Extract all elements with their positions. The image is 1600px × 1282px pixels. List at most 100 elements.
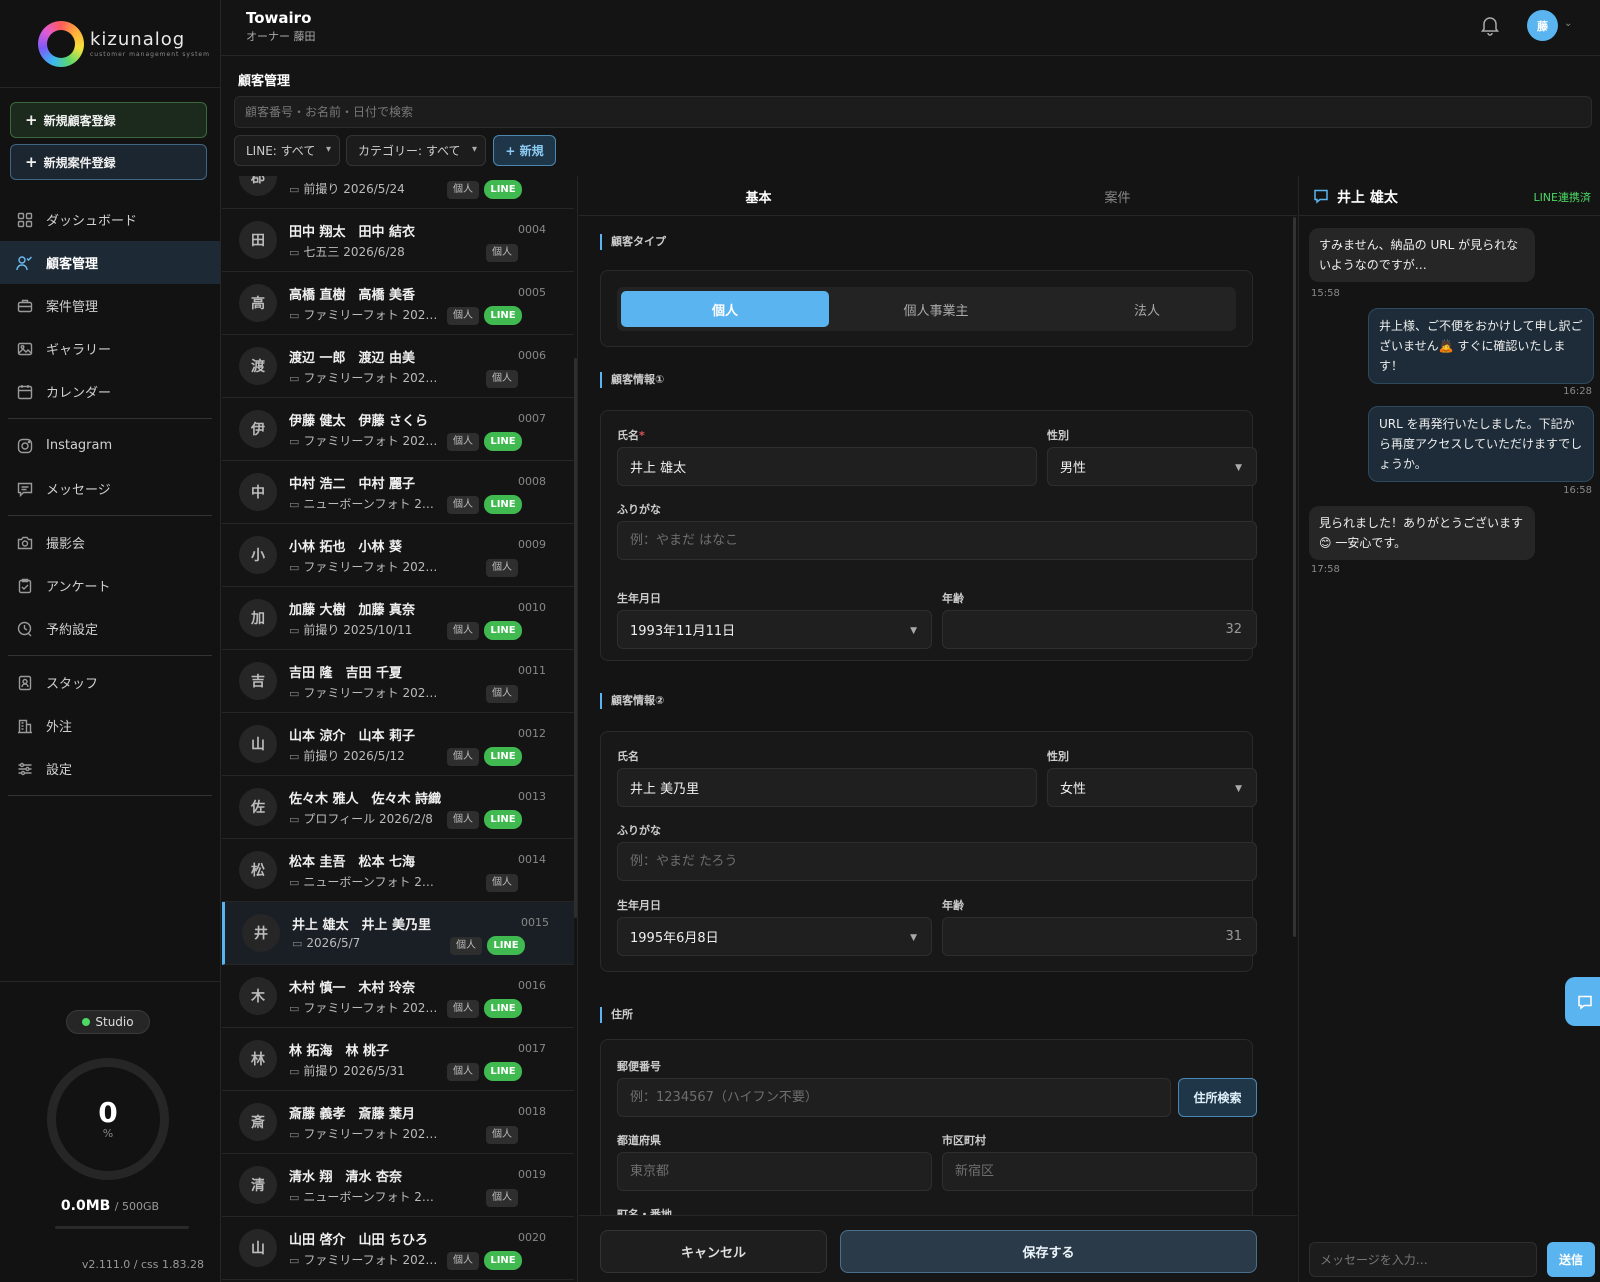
sidebar-item-booking-settings[interactable]: 予約設定 <box>0 607 220 650</box>
customer-row[interactable]: 山山本 涼介 山本 莉子 0012 ▭ 前撮り 2026/5/12 個人 LINE <box>222 713 574 776</box>
sidebar-item-label: スタッフ <box>46 677 99 692</box>
name-field[interactable] <box>617 768 1037 807</box>
customer-row[interactable]: 渡渡辺 一郎 渡辺 由美 0006 ▭ファミリーフォト 2025/8/22 個人 <box>222 335 574 398</box>
usage-percent-unit: % <box>102 1126 114 1140</box>
sidebar-item-calendar[interactable]: カレンダー <box>0 370 220 413</box>
chat-contact-name: 井上 雄太 <box>1337 190 1398 206</box>
storage-usage-bar <box>55 1226 189 1229</box>
send-button[interactable]: 送信 <box>1547 1242 1595 1277</box>
customer-row[interactable]: 高高橋 直樹 高橋 美香 0005 ▭ ファミリーフォト 2026/… 個人 LINE <box>222 272 574 335</box>
new-client-button[interactable]: + 新規顧客登録 <box>10 102 207 138</box>
customer-row[interactable]: 佐佐々木 雅人 佐々木 詩織 0013 ▭ プロフィール 2026/2/8 個人 LINE <box>222 776 574 839</box>
bell-icon[interactable] <box>1479 14 1501 36</box>
chevron-down-icon[interactable]: ⌄ <box>1564 18 1572 29</box>
customer-row[interactable]: 中中村 浩二 中村 麗子 0008 ▭ニューボーンフォト 2026/… 個人 LINE <box>222 461 574 524</box>
calendar-icon: ▭ <box>289 624 300 637</box>
save-button[interactable]: 保存する <box>840 1230 1257 1273</box>
customer-name: 木村 慎一 木村 玲奈 <box>289 981 416 996</box>
postal-code-field[interactable] <box>617 1078 1171 1117</box>
sidebar-item-customers[interactable]: 顧客管理 <box>0 241 220 284</box>
customer-event-text: ニューボーンフォト 2026/… <box>303 497 441 511</box>
prefecture-field[interactable] <box>617 1152 932 1191</box>
calendar-icon <box>16 383 34 401</box>
birthday-field[interactable]: 1995年6月8日 ▼ <box>617 917 932 956</box>
sidebar-item-dashboard[interactable]: ダッシュボード <box>0 198 220 241</box>
customer-row[interactable]: 林林 拓海 林 桃子 0017 ▭ 前撮り 2026/5/31 個人 LINE <box>222 1028 574 1091</box>
line-tag: LINE <box>484 999 522 1018</box>
sidebar-item-photo-sessions[interactable]: 撮影会 <box>0 521 220 564</box>
calendar-icon: ▭ <box>289 1254 300 1267</box>
cancel-button[interactable]: キャンセル <box>600 1230 827 1273</box>
gender-select[interactable]: 女性 ▼ <box>1047 768 1257 807</box>
usage-percent: 0 <box>98 1095 118 1129</box>
clipboard-icon <box>16 577 34 595</box>
sidebar-item-settings[interactable]: 設定 <box>0 747 220 790</box>
customer-name: 清水 翔 清水 杏奈 <box>289 1170 403 1185</box>
category-tag: 個人 <box>486 1126 518 1144</box>
tab-case[interactable]: 案件 <box>938 176 1297 216</box>
customer-event: ▭ファミリーフォト 2025/8/22 <box>289 369 441 386</box>
customer-row[interactable]: 斎斎藤 義孝 斎藤 葉月 0018 ▭ファミリーフォト 2026/3/10 個人 <box>222 1091 574 1154</box>
chat-message-input[interactable] <box>1309 1242 1537 1277</box>
sidebar-item-instagram[interactable]: Instagram <box>0 424 220 467</box>
plus-icon: + <box>25 111 38 129</box>
name-field[interactable] <box>617 447 1037 486</box>
customer-row[interactable]: 木木村 慎一 木村 玲奈 0016 ▭ ファミリーフォト 2026/… 個人 LINE <box>222 965 574 1028</box>
sidebar: kizunalog customer management system + 新… <box>0 0 221 1282</box>
type-option-sole-proprietor[interactable]: 個人事業主 <box>832 291 1040 327</box>
form-scrollbar[interactable] <box>1293 217 1296 937</box>
customer-row[interactable]: 加加藤 大樹 加藤 真奈 0010 ▭ 前撮り 2025/10/11 個人 LINE <box>222 587 574 650</box>
list-scrollbar[interactable] <box>574 358 577 918</box>
sidebar-item-gallery[interactable]: ギャラリー <box>0 327 220 370</box>
customer-row[interactable]: 吉吉田 隆 吉田 千夏 0011 ▭ファミリーフォト 2025/12/10 個人 <box>222 650 574 713</box>
owner-label: オーナー 藤田 <box>246 30 316 43</box>
plan-badge-label: Studio <box>95 1015 134 1029</box>
customer-event-text: ファミリーフォト 2026/3/10 <box>303 1127 441 1141</box>
type-option-individual[interactable]: 個人 <box>621 291 829 327</box>
nav-divider <box>8 418 212 419</box>
sidebar-item-label: ダッシュボード <box>46 214 138 229</box>
birthday-field[interactable]: 1993年11月11日 ▼ <box>617 610 932 649</box>
sidebar-item-label: 撮影会 <box>46 537 86 552</box>
customer-row[interactable]: 田田中 翔太 田中 結衣 0004 ▭ 七五三 2026/6/28 個人 <box>222 209 574 272</box>
clock-icon <box>16 620 34 638</box>
customer-row[interactable]: 山山田 啓介 山田 ちひろ 0020 ▭ ファミリーフォト 2026/… 個人 LINE <box>222 1217 574 1280</box>
floating-chat-button[interactable] <box>1565 977 1600 1026</box>
new-case-button[interactable]: + 新規案件登録 <box>10 144 207 180</box>
customer-name: 山本 涼介 山本 莉子 <box>289 729 416 744</box>
category-filter-select[interactable]: カテゴリー: すべて ▾ <box>346 135 486 166</box>
customer-row[interactable]: 松松本 圭吾 松本 七海 0014 ▭ニューボーンフォト 2025/12/… 個人 <box>222 839 574 902</box>
sidebar-item-staff[interactable]: スタッフ <box>0 661 220 704</box>
customer-row[interactable]: 井井上 雄太 井上 美乃里 0015 ▭ 2026/5/7 個人 LINE <box>222 902 574 965</box>
brand-logo[interactable]: kizunalog customer management system <box>0 0 220 88</box>
customer-row[interactable]: 郡 ▭ 前撮り 2026/5/24 個人 LINE <box>222 176 574 209</box>
form-tabs: 基本 案件 <box>579 176 1297 216</box>
address-search-button[interactable]: 住所検索 <box>1178 1078 1257 1117</box>
line-filter-select[interactable]: LINE: すべて ▾ <box>234 135 340 166</box>
new-button[interactable]: + 新規 <box>493 135 556 166</box>
search-input[interactable] <box>234 96 1592 128</box>
kana-field[interactable] <box>617 521 1257 560</box>
gender-select[interactable]: 男性 ▼ <box>1047 447 1257 486</box>
sidebar-item-cases[interactable]: 案件管理 <box>0 284 220 327</box>
city-field[interactable] <box>942 1152 1257 1191</box>
customer-row[interactable]: 清清水 翔 清水 杏奈 0019 ▭ニューボーンフォト 2026/3/25 個人 <box>222 1154 574 1217</box>
sidebar-item-surveys[interactable]: アンケート <box>0 564 220 607</box>
customer-row[interactable]: 小小林 拓也 小林 葵 0009 ▭ファミリーフォト 2026/4/28 個人 <box>222 524 574 587</box>
calendar-icon: ▭ <box>289 687 300 700</box>
customer-number: 0007 <box>518 412 546 425</box>
message-time: 15:58 <box>1311 288 1340 299</box>
type-option-corporation[interactable]: 法人 <box>1043 291 1251 327</box>
customer-name: 伊藤 健太 伊藤 さくら <box>289 414 429 429</box>
street-label: 町名・番地 <box>617 1208 672 1215</box>
sidebar-item-outsourcing[interactable]: 外注 <box>0 704 220 747</box>
tab-basic[interactable]: 基本 <box>579 176 938 216</box>
section-title-customer-info-1: 顧客情報① <box>600 372 664 388</box>
sidebar-item-messages[interactable]: メッセージ <box>0 467 220 510</box>
kana-field[interactable] <box>617 842 1257 881</box>
sidebar-item-label: 案件管理 <box>46 300 99 315</box>
user-avatar[interactable]: 藤 <box>1527 10 1558 41</box>
line-tag: LINE <box>484 180 522 199</box>
customer-list: 郡 ▭ 前撮り 2026/5/24 個人 LINE 田田中 翔太 田中 結衣 0004 ▭ 七五… <box>222 176 578 1282</box>
customer-row[interactable]: 伊伊藤 健太 伊藤 さくら 0007 ▭ ファミリーフォト 2026/… 個人 LINE <box>222 398 574 461</box>
